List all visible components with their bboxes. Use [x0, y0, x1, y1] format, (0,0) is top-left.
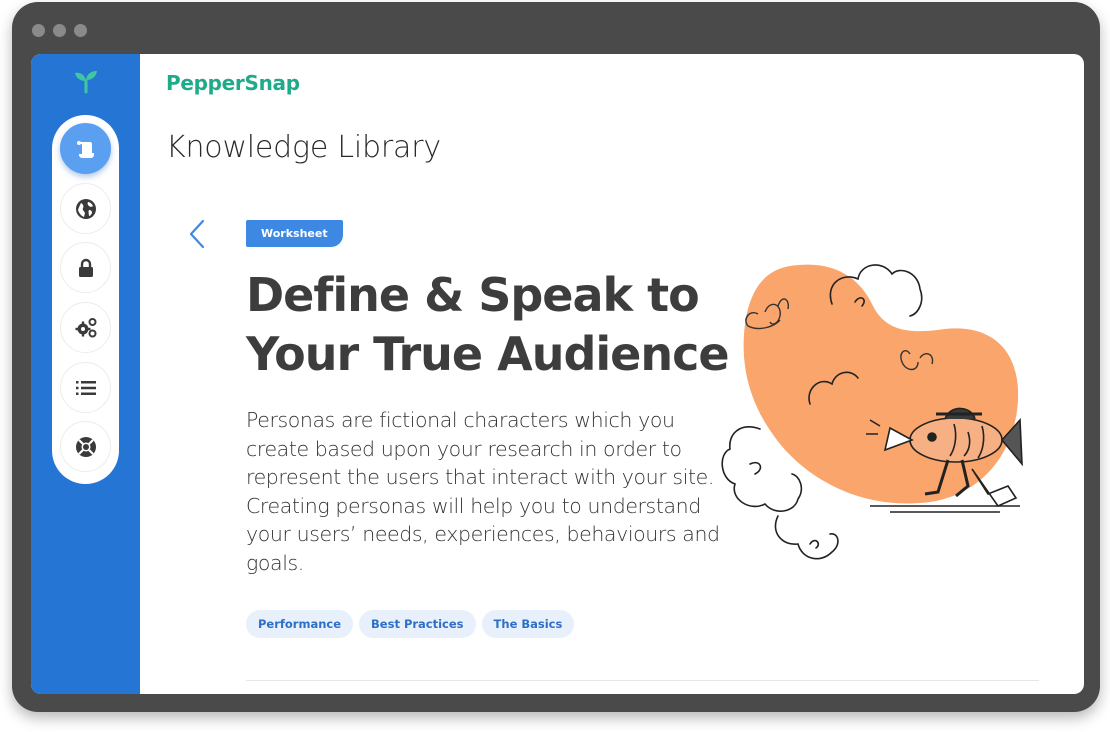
brand-logo[interactable]: PepperSnap: [166, 71, 300, 95]
article-title: Define & Speak to Your True Audience: [246, 268, 730, 381]
tag-list: Performance Best Practices The Basics: [246, 610, 575, 638]
scroll-icon: [76, 140, 94, 158]
lock-icon: [78, 258, 93, 277]
sidebar-item-security[interactable]: [60, 242, 111, 293]
maximize-dot[interactable]: [74, 24, 87, 37]
gears-icon: [75, 317, 96, 337]
tag-the-basics[interactable]: The Basics: [481, 610, 575, 638]
sidebar-item-library[interactable]: [60, 123, 111, 174]
close-dot[interactable]: [32, 24, 45, 37]
sidebar-item-settings[interactable]: [60, 302, 111, 353]
lifebuoy-icon: [75, 436, 96, 457]
minimize-dot[interactable]: [53, 24, 66, 37]
sprout-icon: [75, 71, 97, 94]
article-description: Personas are fictional characters which …: [246, 408, 720, 575]
app-screen: PepperSnap Knowledge Library Worksheet D…: [31, 54, 1084, 694]
category-badge: Worksheet: [246, 220, 343, 247]
list-icon: [75, 380, 96, 395]
window-controls: [32, 24, 87, 37]
tag-performance[interactable]: Performance: [246, 610, 354, 638]
page-title: Knowledge Library: [166, 130, 441, 165]
sidebar-item-list[interactable]: [60, 362, 111, 413]
globe-icon: [75, 198, 96, 219]
sidebar: [31, 54, 140, 694]
sidebar-nav: [52, 115, 119, 484]
divider: [246, 680, 1039, 681]
tag-best-practices[interactable]: Best Practices: [359, 610, 476, 638]
sidebar-item-support[interactable]: [60, 421, 111, 472]
sidebar-item-globe[interactable]: [60, 183, 111, 234]
main-content: PepperSnap Knowledge Library Worksheet D…: [140, 54, 1084, 694]
back-chevron-icon[interactable]: [186, 218, 210, 250]
fish-with-megaphone-illustration: [721, 264, 1023, 560]
